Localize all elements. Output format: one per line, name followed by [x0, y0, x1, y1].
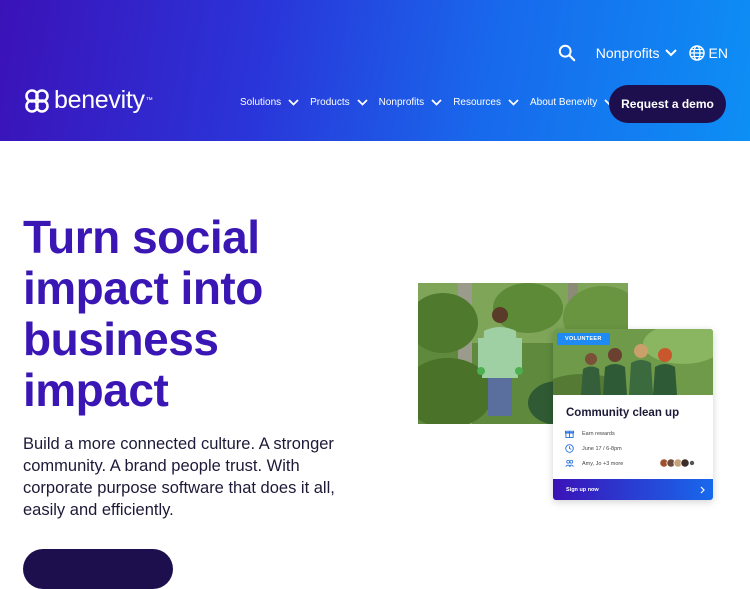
chevron-down-icon	[288, 99, 299, 106]
benevity-logo-mark-icon	[25, 88, 49, 113]
language-label: EN	[708, 45, 728, 61]
event-time-row: June 17 / 6-8pm	[565, 444, 622, 453]
event-card-photo: VOLUNTEER	[553, 329, 713, 395]
sign-up-button[interactable]: Sign up now	[553, 479, 713, 500]
globe-icon	[688, 45, 705, 61]
event-attendees-text: Amy, Jo +3 more	[582, 460, 624, 467]
site-header: Nonprofits EN benevity ™ Solutions Produ…	[0, 0, 750, 141]
nav-solutions[interactable]: Solutions	[240, 97, 299, 108]
event-time-text: June 17 / 6-8pm	[582, 445, 622, 452]
sign-up-label: Sign up now	[566, 486, 599, 493]
gift-icon	[565, 430, 574, 438]
hero-subtitle: Build a more connected culture. A strong…	[23, 435, 335, 519]
utility-bar: Nonprofits EN	[558, 44, 728, 62]
request-demo-button[interactable]: Request a demo	[609, 85, 726, 123]
event-rewards-row: Earn rewards	[565, 429, 615, 438]
logo-trademark: ™	[145, 97, 153, 104]
nav-resources-label: Resources	[453, 97, 501, 108]
chevron-down-icon	[508, 99, 519, 106]
event-title: Community clean up	[566, 407, 680, 419]
search-icon[interactable]	[558, 44, 576, 62]
nav-nonprofits[interactable]: Nonprofits	[379, 97, 443, 108]
people-icon	[565, 459, 574, 467]
nav-about-label: About Benevity	[530, 97, 598, 108]
chevron-down-icon	[664, 49, 677, 57]
attendee-avatars	[659, 458, 695, 468]
logo-wordmark: benevity	[54, 86, 145, 114]
main-nav: Solutions Products Nonprofits Resources …	[240, 97, 626, 108]
hero-cta-button[interactable]	[23, 549, 173, 589]
nav-resources[interactable]: Resources	[453, 97, 519, 108]
nav-products-label: Products	[310, 97, 350, 108]
volunteer-tag: VOLUNTEER	[557, 333, 610, 345]
nav-nonprofits-label: Nonprofits	[378, 97, 425, 108]
benevity-logo[interactable]: benevity ™	[23, 86, 153, 115]
nav-solutions-label: Solutions	[240, 97, 282, 108]
chevron-down-icon	[356, 99, 368, 106]
nav-about[interactable]: About Benevity	[530, 97, 615, 108]
hero-title: Turn social impact into business impact	[23, 211, 263, 416]
event-rewards-text: Earn rewards	[582, 430, 615, 437]
chevron-right-icon	[700, 486, 705, 494]
event-attendees-row: Amy, Jo +3 more	[565, 459, 623, 468]
audience-dropdown[interactable]: Nonprofits	[596, 45, 677, 61]
event-card[interactable]: VOLUNTEER Community clean up Earn reward…	[553, 329, 713, 500]
clock-icon	[565, 444, 574, 453]
nav-products[interactable]: Products	[310, 97, 368, 108]
chevron-down-icon	[431, 99, 442, 106]
audience-label: Nonprofits	[595, 45, 660, 61]
language-selector[interactable]: EN	[688, 45, 728, 61]
